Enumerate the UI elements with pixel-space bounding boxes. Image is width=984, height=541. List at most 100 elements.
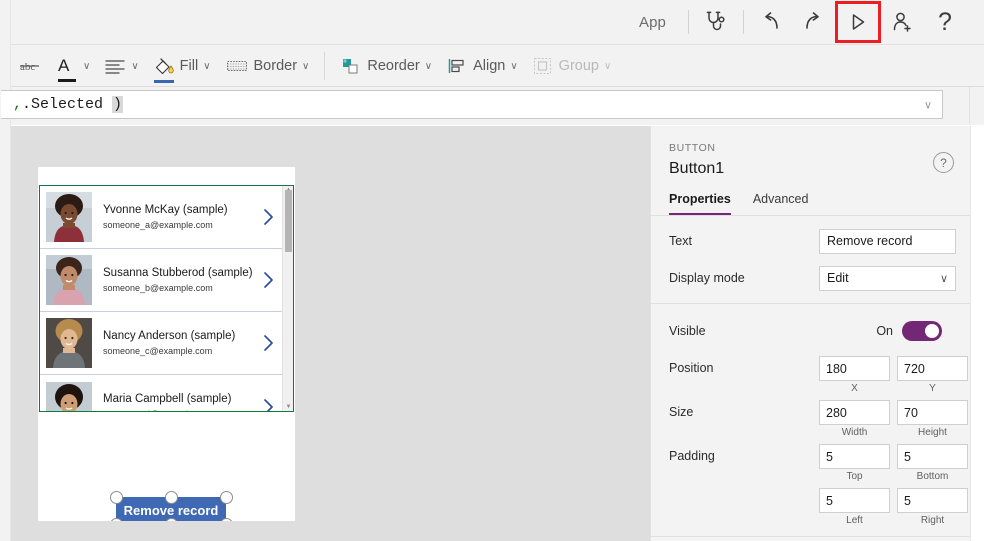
strikethrough-abc-button[interactable]: abc (11, 45, 49, 86)
remove-record-button-label: Remove record (124, 503, 219, 518)
padding-top-sublabel: Top (819, 471, 890, 482)
design-canvas-area[interactable]: Yvonne McKay (sample) someone_a@example.… (11, 126, 650, 541)
list-item[interactable]: Maria Campbell (sample) someone_d@exampl… (40, 375, 282, 412)
display-mode-select[interactable]: Edit ∨ (819, 266, 956, 291)
padding-fields: 5 5 Top Bottom 5 5 Left Right (819, 444, 968, 526)
power-apps-studio: App (0, 0, 984, 541)
border-icon (225, 57, 249, 75)
chevron-down-icon: ∨ (131, 62, 138, 72)
format-toolbar-group-arrange: Reorder ∨ Align ∨ (333, 45, 618, 86)
avatar (46, 192, 92, 242)
border-label: Border (254, 58, 298, 74)
formula-text: ,.Selected ) (1, 96, 123, 113)
preview-play-button[interactable] (838, 4, 878, 40)
visible-toggle[interactable] (902, 321, 942, 341)
formula-text-prefix: .Selected (22, 96, 103, 113)
size-width-input[interactable]: 280 (819, 400, 890, 425)
padding-top-value: 5 (826, 450, 833, 464)
chevron-down-icon: ∨ (83, 62, 90, 72)
gallery-scrollbar-thumb[interactable] (285, 190, 292, 252)
chevron-right-icon[interactable] (258, 333, 282, 353)
position-y-input[interactable]: 720 (897, 356, 968, 381)
group-label: Group (559, 58, 599, 74)
chevron-right-icon[interactable] (258, 270, 282, 290)
help-glyph: ? (938, 10, 952, 35)
position-x-value: 180 (826, 362, 847, 376)
formula-comma: , (13, 96, 22, 113)
font-color-icon: A (56, 56, 78, 76)
position-x-input[interactable]: 180 (819, 356, 890, 381)
property-row-position: Position 180 720 X Y (669, 356, 956, 400)
list-item[interactable]: Nancy Anderson (sample) someone_c@exampl… (40, 312, 282, 375)
list-item-name: Yvonne McKay (sample) (103, 203, 258, 217)
padding-left-input[interactable]: 5 (819, 488, 890, 513)
list-item[interactable]: Yvonne McKay (sample) someone_a@example.… (40, 186, 282, 249)
redo-icon[interactable] (795, 6, 831, 38)
svg-text:abc: abc (20, 61, 35, 73)
formula-bar-right-edge (969, 87, 984, 125)
resize-handle-top-right[interactable] (220, 491, 233, 504)
text-input-value: Remove record (827, 234, 912, 248)
text-input[interactable]: Remove record (819, 229, 956, 254)
chevron-down-icon[interactable]: ∨ (924, 98, 932, 111)
scroll-down-arrow-icon[interactable]: ▼ (283, 403, 294, 411)
property-label-position: Position (669, 356, 819, 375)
size-height-input[interactable]: 70 (897, 400, 968, 425)
position-inputs: 180 720 (819, 356, 968, 381)
help-icon[interactable]: ? (927, 6, 963, 38)
padding-sublabels-row2: Left Right (819, 515, 968, 526)
list-item[interactable]: Susanna Stubberod (sample) someone_b@exa… (40, 249, 282, 312)
formula-input[interactable]: ,.Selected ) ∨ (1, 90, 943, 119)
padding-bottom-input[interactable]: 5 (897, 444, 968, 469)
share-add-user-icon[interactable] (885, 6, 921, 38)
tab-properties[interactable]: Properties (669, 192, 731, 215)
padding-left-value: 5 (826, 494, 833, 508)
gallery-scrollbar[interactable]: ▲ ▼ (282, 186, 293, 411)
fill-color-swatch (154, 80, 174, 83)
reorder-label: Reorder (367, 58, 419, 74)
list-item-name: Susanna Stubberod (sample) (103, 266, 258, 280)
property-label-display-mode: Display mode (669, 271, 819, 285)
padding-right-input[interactable]: 5 (897, 488, 968, 513)
text-align-button[interactable]: ∨ (97, 45, 145, 86)
top-command-bar-actions: App (623, 0, 984, 44)
resize-handle-top-center[interactable] (165, 491, 178, 504)
border-button[interactable]: Border ∨ (218, 45, 317, 86)
canvas-bottom-gutter (11, 521, 650, 541)
fill-label: Fill (180, 58, 199, 74)
position-y-value: 720 (904, 362, 925, 376)
app-menu-label[interactable]: App (623, 14, 682, 31)
chevron-right-icon[interactable] (258, 207, 282, 227)
size-height-value: 70 (904, 406, 918, 420)
left-panel-edge (0, 0, 11, 541)
fill-button[interactable]: Fill ∨ (146, 45, 218, 86)
property-row-padding: Padding 5 5 Top Bottom 5 5 Lef (669, 444, 956, 526)
help-icon[interactable]: ? (933, 152, 954, 173)
align-button[interactable]: Align ∨ (439, 45, 525, 86)
list-item-text: Maria Campbell (sample) someone_d@exampl… (92, 392, 258, 412)
list-item-email: someone_a@example.com (103, 219, 258, 232)
property-row-display-mode: Display mode Edit ∨ (669, 263, 956, 293)
font-color-button[interactable]: A ∨ (49, 45, 97, 86)
reorder-button[interactable]: Reorder ∨ (333, 45, 439, 86)
visible-toggle-wrap: On (819, 321, 956, 341)
undo-icon[interactable] (753, 6, 789, 38)
person-photo-1 (46, 192, 92, 242)
chevron-down-icon: ∨ (510, 62, 517, 72)
svg-text:A: A (58, 56, 70, 75)
padding-bottom-sublabel: Bottom (897, 471, 968, 482)
properties-panel-header: BUTTON Button1 ? (651, 126, 970, 178)
reorder-icon (340, 56, 362, 76)
chevron-right-icon[interactable] (258, 397, 282, 413)
gallery-control[interactable]: Yvonne McKay (sample) someone_a@example.… (39, 185, 294, 412)
padding-right-value: 5 (904, 494, 911, 508)
app-screen-canvas[interactable]: Yvonne McKay (sample) someone_a@example.… (38, 167, 295, 522)
app-checker-icon[interactable] (698, 6, 734, 38)
position-sublabels: X Y (819, 383, 968, 394)
tab-advanced[interactable]: Advanced (753, 192, 809, 215)
resize-handle-top-left[interactable] (110, 491, 123, 504)
size-fields: 280 70 Width Height (819, 400, 968, 444)
padding-top-input[interactable]: 5 (819, 444, 890, 469)
list-item-name: Maria Campbell (sample) (103, 392, 258, 406)
control-name-label: Button1 (669, 160, 952, 178)
